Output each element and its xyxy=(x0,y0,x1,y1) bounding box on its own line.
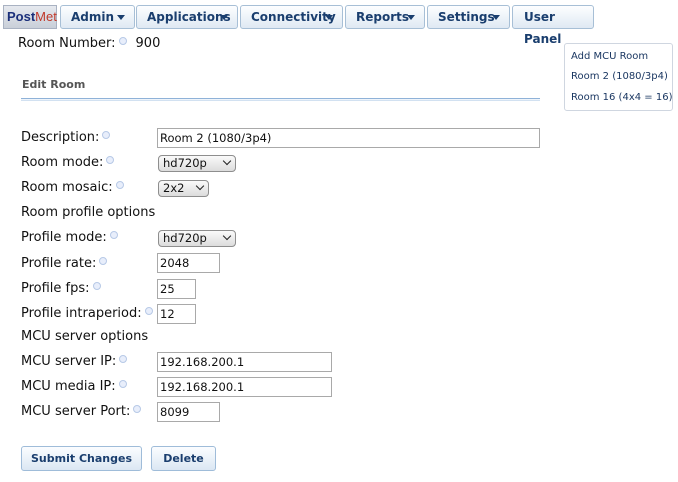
room-16-link[interactable]: Room 16 (4x4 = 16) xyxy=(571,92,672,103)
top-navigation-bar: PostMet Admin Applications Connectivity … xyxy=(0,0,678,46)
help-icon[interactable] xyxy=(115,181,124,189)
nav-connectivity-menu[interactable]: Connectivity xyxy=(240,5,343,29)
room-mosaic-label: Room mosaic: xyxy=(21,180,124,195)
mcu-media-ip-input[interactable]: 192.168.200.1 xyxy=(157,377,332,397)
caret-down-icon xyxy=(117,15,125,20)
room-mosaic-label-text: Room mosaic: xyxy=(21,180,113,195)
help-icon[interactable] xyxy=(99,257,108,265)
chevron-down-icon xyxy=(222,156,232,166)
profile-mode-select[interactable]: hd720p xyxy=(158,230,236,247)
profile-mode-label: Profile mode: xyxy=(21,230,118,245)
room-2-link[interactable]: Room 2 (1080/3p4) xyxy=(571,71,668,82)
nav-admin-label: Admin xyxy=(71,10,115,24)
caret-down-icon xyxy=(325,15,333,20)
profile-fps-label-text: Profile fps: xyxy=(21,281,90,296)
nav-connectivity-label: Connectivity xyxy=(251,10,336,24)
description-label-text: Description: xyxy=(21,130,100,145)
section-title-edit-room: Edit Room xyxy=(22,78,86,91)
help-icon[interactable] xyxy=(109,231,118,239)
description-label: Description: xyxy=(21,130,111,145)
profile-mode-label-text: Profile mode: xyxy=(21,230,107,245)
nav-applications-menu[interactable]: Applications xyxy=(136,5,238,29)
profile-intraperiod-label-text: Profile intraperiod: xyxy=(21,306,142,321)
profile-mode-selected-value: hd720p xyxy=(163,231,207,245)
mcu-server-ip-label: MCU server IP: xyxy=(21,354,128,369)
nav-user-panel-label: User Panel xyxy=(524,10,562,46)
help-icon[interactable] xyxy=(144,307,153,315)
profile-rate-label-text: Profile rate: xyxy=(21,256,97,271)
section-divider xyxy=(21,98,540,101)
profile-rate-input[interactable]: 2048 xyxy=(157,253,220,273)
chevron-down-icon xyxy=(222,231,232,241)
nav-reports-menu[interactable]: Reports xyxy=(345,5,425,29)
profile-intraperiod-input[interactable]: 12 xyxy=(157,304,196,324)
room-mode-select[interactable]: hd720p xyxy=(158,155,236,172)
submit-changes-button[interactable]: Submit Changes xyxy=(21,446,142,471)
caret-down-icon xyxy=(492,15,500,20)
nav-applications-label: Applications xyxy=(147,10,231,24)
logo-text-met: Met xyxy=(35,9,57,24)
description-input[interactable]: Room 2 (1080/3p4) xyxy=(157,128,540,148)
nav-user-panel-button[interactable]: User Panel xyxy=(512,5,594,46)
help-icon[interactable] xyxy=(106,156,115,164)
room-number-label: Room Number: xyxy=(18,36,116,51)
room-links-panel: Add MCU Room Room 2 (1080/3p4) Room 16 (… xyxy=(564,43,673,111)
add-mcu-room-link[interactable]: Add MCU Room xyxy=(571,51,648,62)
room-mode-selected-value: hd720p xyxy=(163,156,207,170)
postmet-logo[interactable]: PostMet xyxy=(3,5,57,29)
mcu-server-ip-input[interactable]: 192.168.200.1 xyxy=(157,352,332,372)
mcu-server-ip-label-text: MCU server IP: xyxy=(21,354,117,369)
room-number-row: Room Number: 900 xyxy=(18,36,160,51)
caret-down-icon xyxy=(220,15,228,20)
help-icon[interactable] xyxy=(119,355,128,363)
mcu-media-ip-label-text: MCU media IP: xyxy=(21,379,116,394)
room-mosaic-select[interactable]: 2x2 xyxy=(158,180,209,197)
room-mosaic-selected-value: 2x2 xyxy=(163,181,185,195)
help-icon[interactable] xyxy=(92,282,101,290)
room-profile-options-heading: Room profile options xyxy=(21,205,156,220)
profile-fps-label: Profile fps: xyxy=(21,281,101,296)
mcu-server-port-label-text: MCU server Port: xyxy=(21,404,131,419)
help-icon[interactable] xyxy=(118,37,127,45)
room-number-value: 900 xyxy=(135,36,161,51)
nav-settings-label: Settings xyxy=(438,10,495,24)
chevron-down-icon xyxy=(195,181,205,191)
caret-down-icon xyxy=(407,15,415,20)
profile-fps-input[interactable]: 25 xyxy=(157,279,196,299)
mcu-server-port-label: MCU server Port: xyxy=(21,404,142,419)
nav-settings-menu[interactable]: Settings xyxy=(427,5,510,29)
help-icon[interactable] xyxy=(102,131,111,139)
help-icon[interactable] xyxy=(133,405,142,413)
mcu-media-ip-label: MCU media IP: xyxy=(21,379,127,394)
mcu-server-port-input[interactable]: 8099 xyxy=(157,402,220,422)
help-icon[interactable] xyxy=(118,380,127,388)
room-mode-label: Room mode: xyxy=(21,155,115,170)
profile-intraperiod-label: Profile intraperiod: xyxy=(21,306,153,321)
delete-button[interactable]: Delete xyxy=(151,446,216,471)
nav-reports-label: Reports xyxy=(356,10,410,24)
profile-rate-label: Profile rate: xyxy=(21,256,108,271)
logo-text-post: Post xyxy=(7,9,36,24)
room-mode-label-text: Room mode: xyxy=(21,155,104,170)
mcu-server-options-heading: MCU server options xyxy=(21,329,149,344)
nav-admin-menu[interactable]: Admin xyxy=(60,5,135,29)
